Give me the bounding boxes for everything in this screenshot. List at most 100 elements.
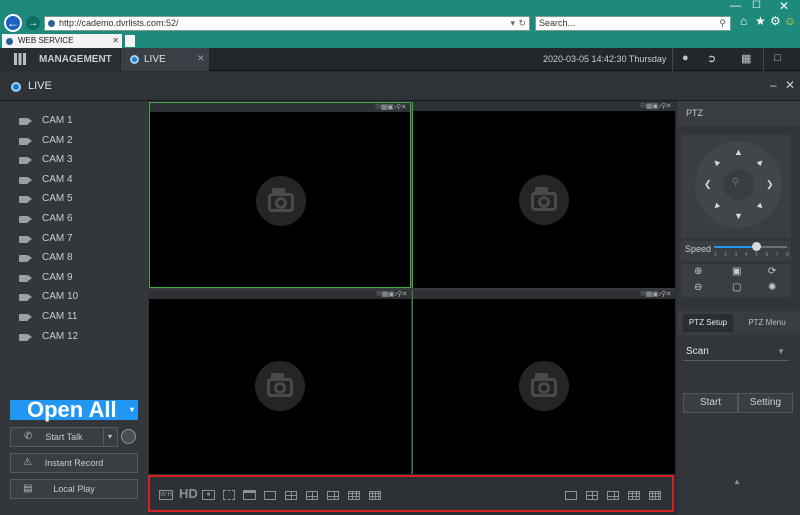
- camera-list-item[interactable]: CAM 11: [0, 308, 148, 326]
- smiley-icon[interactable]: ☺: [784, 14, 796, 28]
- video-pane-2[interactable]: ☉▦▣♪⚲✕: [413, 102, 675, 288]
- close-panel-icon[interactable]: ✕: [785, 78, 795, 92]
- speed-tick-label: 7: [775, 252, 779, 258]
- speed-tick-label: 1: [714, 252, 717, 258]
- camera-name: CAM 4: [42, 173, 73, 185]
- ptz-down-icon[interactable]: ▼: [734, 212, 743, 221]
- talk-status-icon[interactable]: [121, 429, 136, 444]
- minimize-panel-icon[interactable]: –: [770, 78, 777, 92]
- ptz-title: PTZ: [686, 108, 703, 118]
- split-16-icon[interactable]: [649, 491, 661, 500]
- layout-8-icon[interactable]: [327, 491, 339, 500]
- split-9-icon[interactable]: [628, 491, 640, 500]
- camera-list-item[interactable]: CAM 4: [0, 171, 148, 189]
- fullscreen-grid-icon[interactable]: [223, 490, 235, 500]
- tab-ptz-menu[interactable]: PTZ Menu: [737, 314, 797, 332]
- browser-tab[interactable]: WEB SERVICE ✕: [2, 34, 122, 48]
- layout-16-icon[interactable]: [369, 491, 381, 500]
- ptz-center-button[interactable]: ⚲: [723, 169, 754, 200]
- camera-list-item[interactable]: CAM 7: [0, 230, 148, 248]
- maximize-window-icon[interactable]: ☐: [752, 0, 761, 11]
- forward-icon[interactable]: →: [26, 16, 40, 30]
- window-mode-icon[interactable]: [243, 490, 256, 500]
- close-window-icon[interactable]: ✕: [779, 0, 789, 13]
- split-6-icon[interactable]: [607, 491, 619, 500]
- fluency-icon[interactable]: ●: [202, 490, 215, 500]
- pane-toolbar-icons[interactable]: ☉▦▣♪⚲✕: [640, 290, 672, 299]
- management-menu[interactable]: MANAGEMENT: [0, 48, 120, 71]
- management-label: MANAGEMENT: [39, 54, 112, 65]
- ptz-up-icon[interactable]: ▲: [734, 148, 743, 157]
- camera-name: CAM 12: [42, 330, 79, 342]
- speed-tick-label: 2: [724, 252, 728, 258]
- refresh-icon[interactable]: ↻: [518, 17, 526, 30]
- camera-list-item[interactable]: CAM 5: [0, 190, 148, 208]
- camera-list-item[interactable]: CAM 2: [0, 132, 148, 150]
- tab-live[interactable]: LIVE ✕: [121, 48, 209, 71]
- pane-toolbar-icons[interactable]: ☉▦▣♪⚲✕: [640, 102, 672, 111]
- gear-icon[interactable]: ⚙: [770, 14, 781, 28]
- fullscreen-icon[interactable]: □: [774, 52, 781, 64]
- collapse-panel-icon[interactable]: ▲: [733, 477, 741, 486]
- pane-toolbar-icons[interactable]: ☉▦▣♪⚲✕: [376, 290, 408, 299]
- focus-far-icon[interactable]: ▢: [732, 282, 741, 293]
- speed-slider-thumb[interactable]: [751, 242, 761, 251]
- layout-9-icon[interactable]: [348, 491, 360, 500]
- camera-list-item[interactable]: CAM 12: [0, 328, 148, 346]
- zoom-out-icon[interactable]: ⊖: [694, 282, 702, 293]
- focus-near-icon[interactable]: ▣: [732, 266, 741, 277]
- address-bar[interactable]: http://cademo.dvrlists.com:52/ ▾ ↻: [44, 16, 530, 31]
- aspect-ratio-icon[interactable]: W:H: [159, 490, 173, 500]
- ptz-setting-label: Setting: [749, 397, 782, 408]
- talk-dropdown-icon[interactable]: ▾: [108, 428, 112, 446]
- speed-slider-track[interactable]: [714, 246, 787, 248]
- close-tab-icon[interactable]: ✕: [197, 53, 205, 64]
- ptz-start-button[interactable]: Start: [683, 393, 738, 413]
- layout-toolbar: W:H HD ●: [148, 475, 674, 512]
- dropdown-icon[interactable]: ▾: [510, 17, 515, 30]
- search-icon[interactable]: ⚲: [719, 17, 726, 30]
- camera-list-item[interactable]: CAM 9: [0, 269, 148, 287]
- minimize-window-icon[interactable]: —: [730, 0, 741, 12]
- open-all-button[interactable]: Open All ▾: [10, 399, 138, 421]
- video-pane-4[interactable]: ☉▦▣♪⚲✕: [413, 290, 675, 474]
- layout-4-icon[interactable]: [285, 491, 297, 500]
- split-1-icon[interactable]: [565, 491, 577, 500]
- video-camera-icon: [19, 118, 32, 125]
- search-input[interactable]: Search... ⚲: [535, 16, 731, 31]
- chevron-down-icon: ▼: [777, 347, 785, 356]
- tab-close-icon[interactable]: ✕: [112, 34, 119, 48]
- favorites-star-icon[interactable]: ★: [755, 14, 766, 28]
- iris-open-icon[interactable]: ⟳: [768, 266, 776, 277]
- hd-stream-button[interactable]: HD: [179, 487, 198, 501]
- logout-icon[interactable]: ➲: [707, 52, 716, 65]
- camera-list-item[interactable]: CAM 10: [0, 288, 148, 306]
- ptz-left-icon[interactable]: ❮: [704, 180, 712, 189]
- start-talk-button[interactable]: ✆ Start Talk ▾: [10, 427, 118, 447]
- tab-ptz-setup[interactable]: PTZ Setup: [683, 314, 733, 332]
- camera-name: CAM 7: [42, 232, 73, 244]
- user-icon[interactable]: ●: [682, 52, 689, 64]
- open-all-dropdown-icon[interactable]: ▾: [130, 406, 134, 414]
- camera-list-item[interactable]: CAM 6: [0, 210, 148, 228]
- home-icon[interactable]: ⌂: [740, 14, 747, 28]
- layout-1-icon[interactable]: [264, 491, 276, 500]
- video-pane-1[interactable]: ☉▦▣♪⚲✕: [149, 102, 411, 288]
- camera-list-item[interactable]: CAM 8: [0, 249, 148, 267]
- layout-6-icon[interactable]: [306, 491, 318, 500]
- qr-code-icon[interactable]: ▦: [741, 52, 751, 65]
- zoom-in-icon[interactable]: ⊕: [694, 266, 702, 277]
- ptz-setting-button[interactable]: Setting: [738, 393, 793, 413]
- local-play-button[interactable]: ▤ Local Play: [10, 479, 138, 499]
- split-4-icon[interactable]: [586, 491, 598, 500]
- back-icon[interactable]: ←: [4, 14, 22, 32]
- ptz-right-icon[interactable]: ❯: [766, 180, 774, 189]
- camera-list-item[interactable]: CAM 1: [0, 112, 148, 130]
- new-tab-button[interactable]: [125, 35, 135, 47]
- camera-list-item[interactable]: CAM 3: [0, 151, 148, 169]
- pane-toolbar-icons[interactable]: ☉▦▣♪⚲✕: [375, 103, 407, 112]
- video-pane-3[interactable]: ☉▦▣♪⚲✕: [149, 290, 411, 474]
- instant-record-button[interactable]: ⚠ Instant Record: [10, 453, 138, 473]
- ptz-mode-select[interactable]: Scan ▼: [683, 342, 789, 361]
- iris-close-icon[interactable]: ✺: [768, 282, 776, 293]
